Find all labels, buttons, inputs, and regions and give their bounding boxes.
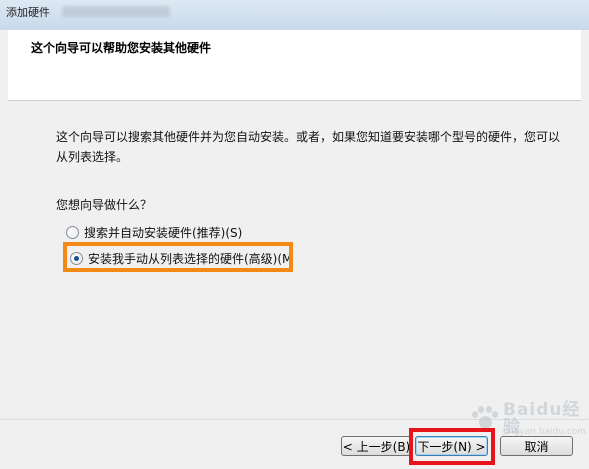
option-manual-install[interactable]: 安装我手动从列表选择的硬件(高级)(M xyxy=(70,249,292,267)
back-button[interactable]: < 上一步(B) xyxy=(341,436,412,456)
radio-manual-install[interactable] xyxy=(70,251,83,265)
wizard-header: 这个向导可以帮助您安装其他硬件 xyxy=(8,30,581,101)
cancel-button[interactable]: 取消 xyxy=(500,436,573,456)
title-bar: 添加硬件 xyxy=(0,0,589,30)
radio-auto-install[interactable] xyxy=(66,225,79,239)
wizard-question: 您想向导做什么？ xyxy=(56,198,153,212)
option-manual-install-label: 安装我手动从列表选择的硬件(高级)(M xyxy=(88,251,293,266)
option-auto-install[interactable]: 搜索并自动安装硬件(推荐)(S) xyxy=(66,223,242,241)
option-auto-install-label: 搜索并自动安装硬件(推荐)(S) xyxy=(84,225,243,240)
next-button[interactable]: 下一步(N) > xyxy=(415,436,488,456)
add-hardware-wizard-window: 添加硬件 这个向导可以帮助您安装其他硬件 这个向导可以搜索其他硬件并为您自动安装… xyxy=(0,0,589,469)
wizard-description: 这个向导可以搜索其他硬件并为您自动安装。或者，如果您知道要安装哪个型号的硬件，您… xyxy=(56,130,561,164)
paw-logo-icon xyxy=(470,405,500,433)
window-title: 添加硬件 xyxy=(6,6,50,19)
wizard-content: 这个向导可以搜索其他硬件并为您自动安装。或者，如果您知道要安装哪个型号的硬件，您… xyxy=(8,101,581,419)
blurred-title-region xyxy=(62,6,170,17)
wizard-header-title: 这个向导可以帮助您安装其他硬件 xyxy=(31,41,212,55)
